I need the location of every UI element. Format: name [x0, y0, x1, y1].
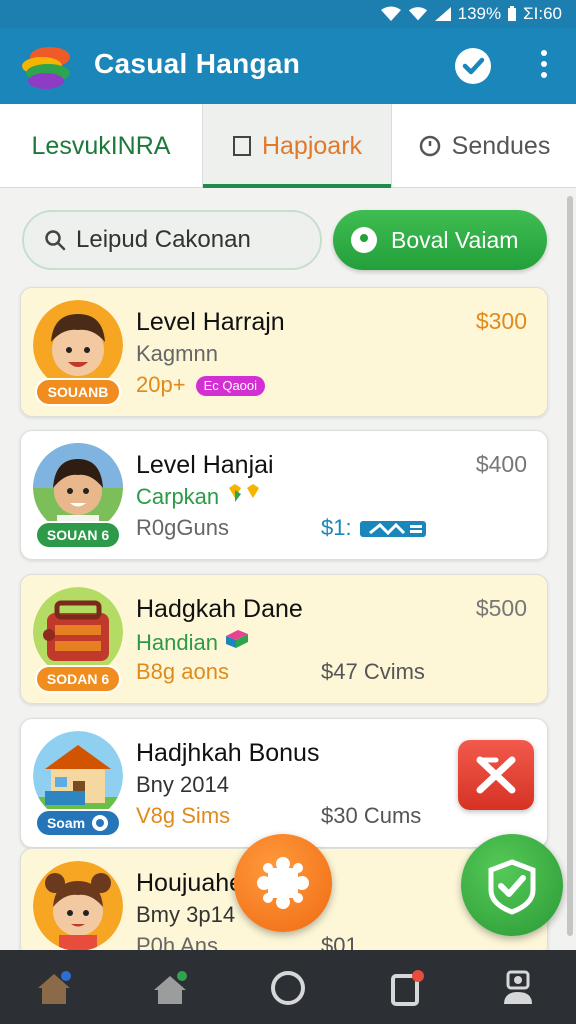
battery-icon: [508, 6, 517, 21]
backpack-icon: [33, 587, 123, 677]
clock: ΣΙ:60: [523, 4, 562, 23]
card-detail: R0gGuns: [136, 515, 229, 540]
gem-icon: [229, 484, 260, 502]
search-input[interactable]: [76, 226, 296, 254]
puzzle-icon: [257, 857, 309, 909]
check-icon: [488, 859, 536, 915]
scrollbar[interactable]: [567, 196, 573, 936]
card-subtitle: Bmy 3p14: [136, 902, 236, 927]
puzzle-fab[interactable]: [234, 834, 332, 932]
clock-icon: [419, 135, 440, 157]
tab-second-label: Hapjoark: [261, 131, 363, 160]
action-button[interactable]: Boval Vaiam: [333, 210, 547, 270]
card-title: Hadjhkah Bonus: [136, 739, 320, 767]
square-icon[interactable]: [386, 968, 426, 1008]
card-subtitle-text: Carpkan: [136, 484, 220, 509]
card-detail: V8g Sims: [136, 803, 231, 828]
tab-second[interactable]: Hapjoark: [202, 104, 392, 188]
battery-percent: 139%: [457, 4, 502, 23]
card-title: Hadgkah Dane: [136, 595, 303, 623]
profile-icon[interactable]: [498, 968, 538, 1008]
bottom-nav: [0, 950, 576, 1024]
tab-third[interactable]: Sendues: [392, 104, 576, 188]
card-extra: $30 Cums: [321, 803, 422, 828]
card-detail: 20p+ Ec Qaooi: [136, 372, 266, 398]
signal-icon: [434, 7, 451, 21]
card-extra-text: $1:: [321, 515, 352, 540]
home-icon[interactable]: [34, 968, 74, 1008]
card-price: $400: [475, 451, 527, 477]
document-icon: [232, 136, 251, 156]
card-subtitle: Kagmnn: [136, 341, 218, 366]
status-badge: SOUAN 6: [35, 521, 121, 549]
status-badge-text: Soam: [46, 815, 86, 831]
girl-avatar-icon: [33, 861, 123, 951]
girl-avatar-icon: [33, 443, 123, 533]
confirm-fab[interactable]: [461, 834, 563, 936]
card-subtitle: Carpkan: [136, 484, 263, 510]
status-icons: 139% ΣΙ:60: [380, 4, 562, 24]
status-badge: SOUANB: [35, 378, 121, 406]
ticket-icon: [359, 521, 426, 538]
card-extra: $47 Cvims: [321, 659, 425, 684]
tag-pill: Ec Qaooi: [195, 376, 266, 397]
card-subtitle: Bny 2014: [136, 772, 229, 797]
wifi-icon-2: [408, 7, 427, 21]
tab-first[interactable]: LesvukINRA: [0, 104, 202, 188]
app-logo-icon: [22, 47, 70, 89]
card-price: $300: [475, 308, 527, 334]
search-icon: [45, 230, 66, 251]
search-box[interactable]: [22, 210, 322, 270]
check-circle-icon[interactable]: [455, 48, 491, 84]
tab-third-label: Sendues: [451, 131, 551, 160]
card-detail-text: 20p+: [136, 372, 186, 397]
app-bar: Casual Hangan: [0, 28, 576, 104]
card-price: $500: [475, 595, 527, 621]
circle-icon[interactable]: [268, 968, 308, 1008]
wifi-icon: [380, 6, 401, 21]
status-bar: 139% ΣΙ:60: [0, 0, 576, 28]
boy-avatar-icon: [33, 300, 123, 390]
card-detail: B8g aons: [136, 659, 229, 684]
status-badge: Soam: [35, 809, 121, 837]
list-item[interactable]: SOUAN 6 Level Hanjai Carpkan R0gGuns $40…: [20, 430, 548, 560]
chat-bubble-icon: [351, 227, 377, 253]
card-extra: $1:: [321, 515, 428, 541]
book-icon: [226, 630, 249, 648]
card-title: Level Harrajn: [136, 308, 285, 336]
status-badge: SODAN 6: [35, 665, 121, 693]
list-item[interactable]: SODAN 6 Hadgkah Dane Handian B8g aons $5…: [20, 574, 548, 704]
action-button-label: Boval Vaiam: [391, 226, 519, 253]
card-title: Houjuahe: [136, 869, 244, 897]
tab-bar: LesvukINRA Hapjoark Sendues: [0, 104, 576, 188]
settings-icon: [92, 815, 109, 831]
app-title: Casual Hangan: [94, 48, 301, 79]
close-icon: [476, 756, 516, 794]
card-subtitle: Handian: [136, 628, 250, 656]
house-icon[interactable]: [150, 968, 190, 1008]
tab-first-label: LesvukINRA: [31, 131, 171, 160]
more-vert-icon[interactable]: [530, 50, 558, 82]
shop-icon: [33, 731, 123, 821]
card-title: Level Hanjai: [136, 451, 274, 479]
close-button[interactable]: [458, 740, 534, 810]
list-item[interactable]: SOUANB Level Harrajn Kagmnn 20p+ Ec Qaooi…: [20, 287, 548, 417]
card-subtitle-text: Handian: [136, 630, 218, 655]
